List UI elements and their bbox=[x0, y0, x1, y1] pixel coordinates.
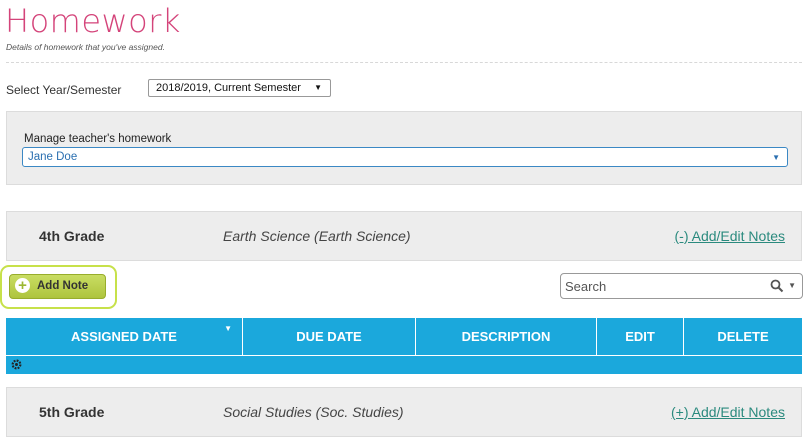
column-assigned-date[interactable]: ASSIGNED DATE ▼ bbox=[6, 318, 243, 355]
page-subtitle: Details of homework that you've assigned… bbox=[6, 42, 165, 52]
manage-teacher-label: Manage teacher's homework bbox=[24, 133, 172, 145]
column-label: ASSIGNED DATE bbox=[71, 329, 177, 344]
grade-panel-4th: 4th Grade Earth Science (Earth Science) … bbox=[6, 211, 802, 261]
year-semester-label: Select Year/Semester bbox=[6, 83, 122, 97]
add-note-label: Add Note bbox=[37, 280, 89, 292]
year-semester-value: 2018/2019, Current Semester bbox=[156, 82, 301, 94]
grade-subject: Earth Science (Earth Science) bbox=[223, 228, 411, 244]
teacher-select-value: Jane Doe bbox=[28, 151, 78, 163]
grade-name: 5th Grade bbox=[39, 404, 105, 420]
search-box: ▼ bbox=[560, 273, 803, 299]
add-edit-notes-link[interactable]: (+) Add/Edit Notes bbox=[671, 404, 785, 420]
add-note-button[interactable]: + Add Note bbox=[9, 274, 106, 299]
column-label: DESCRIPTION bbox=[461, 329, 551, 344]
add-edit-notes-link[interactable]: (-) Add/Edit Notes bbox=[675, 228, 786, 244]
column-description[interactable]: DESCRIPTION bbox=[416, 318, 597, 355]
chevron-down-icon[interactable]: ▼ bbox=[788, 281, 796, 290]
year-semester-select[interactable]: 2018/2019, Current Semester ▼ bbox=[148, 79, 331, 97]
chevron-down-icon: ▼ bbox=[314, 83, 322, 92]
grade-name: 4th Grade bbox=[39, 228, 105, 244]
add-note-highlight: + Add Note bbox=[0, 265, 117, 309]
column-label: EDIT bbox=[625, 329, 655, 344]
column-label: DELETE bbox=[717, 329, 769, 344]
grade-subject: Social Studies (Soc. Studies) bbox=[223, 404, 404, 420]
column-delete[interactable]: DELETE bbox=[684, 318, 802, 355]
column-due-date[interactable]: DUE DATE bbox=[243, 318, 416, 355]
grade-panel-5th: 5th Grade Social Studies (Soc. Studies) … bbox=[6, 387, 802, 437]
chevron-down-icon: ▼ bbox=[772, 153, 780, 162]
gear-icon[interactable] bbox=[11, 359, 22, 370]
table-header: ASSIGNED DATE ▼ DUE DATE DESCRIPTION EDI… bbox=[6, 318, 802, 355]
page-title: Homework bbox=[5, 2, 181, 40]
search-input[interactable] bbox=[565, 277, 745, 295]
column-edit[interactable]: EDIT bbox=[597, 318, 684, 355]
title-divider bbox=[6, 62, 802, 63]
sort-down-icon: ▼ bbox=[224, 324, 232, 333]
column-label: DUE DATE bbox=[296, 329, 362, 344]
search-icon[interactable] bbox=[770, 279, 784, 293]
manage-teacher-panel: Manage teacher's homework Jane Doe ▼ bbox=[6, 111, 802, 185]
table-settings-row bbox=[6, 355, 802, 374]
teacher-select[interactable]: Jane Doe ▼ bbox=[22, 147, 788, 167]
homework-table: ASSIGNED DATE ▼ DUE DATE DESCRIPTION EDI… bbox=[6, 318, 802, 374]
plus-icon: + bbox=[15, 278, 30, 293]
